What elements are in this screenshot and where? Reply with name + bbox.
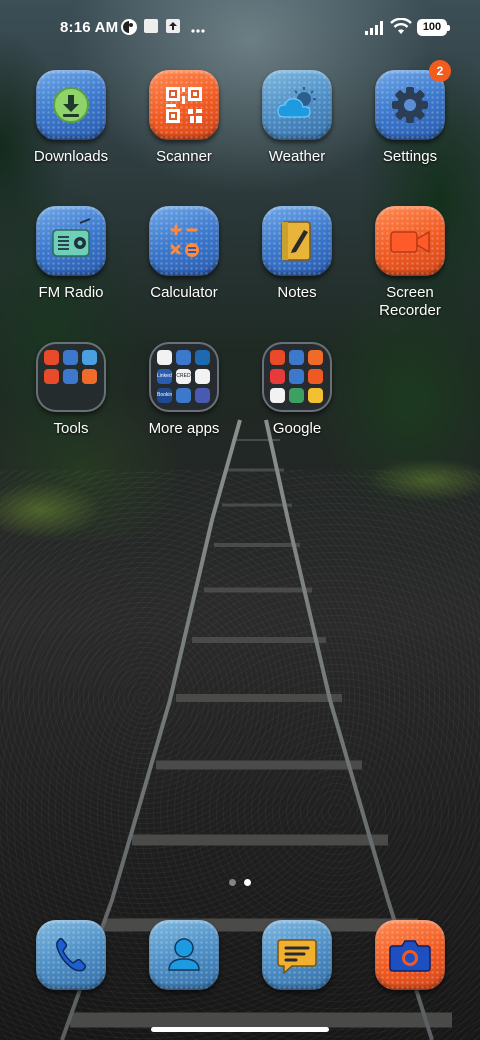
mini-app-icon	[308, 369, 323, 384]
gesture-home-bar[interactable]	[151, 1027, 329, 1032]
radio-icon	[36, 206, 106, 276]
page-indicator-dot-2-active[interactable]	[244, 879, 251, 886]
dock-messages[interactable]	[241, 920, 353, 990]
battery-icon: 100	[417, 19, 450, 36]
folder-tools[interactable]: Tools	[15, 342, 127, 438]
folder-icon: LinkedIn CRED Booking	[149, 342, 219, 412]
mini-app-icon	[308, 388, 323, 403]
app-screen-recorder[interactable]: Screen Recorder	[354, 206, 466, 320]
folder-preview-grid: LinkedIn CRED Booking	[157, 350, 211, 404]
folder-preview-grid	[270, 350, 324, 404]
calculator-icon	[149, 206, 219, 276]
clock: 8:16 AM	[60, 19, 119, 36]
mini-app-icon	[289, 388, 304, 403]
download-icon	[36, 70, 106, 140]
more-dots-icon	[190, 22, 206, 40]
folder-icon	[36, 342, 106, 412]
mini-app-icon	[63, 369, 78, 384]
folder-icon	[262, 342, 332, 412]
wifi-icon	[390, 17, 412, 41]
person-icon	[149, 920, 219, 990]
mini-app-icon: Booking	[157, 388, 172, 403]
mini-app-icon	[157, 350, 172, 365]
mini-app-icon	[270, 350, 285, 365]
mini-app-icon	[176, 350, 191, 365]
battery-tip	[447, 25, 450, 31]
mini-app-icon	[289, 369, 304, 384]
app-label: More apps	[148, 420, 220, 437]
cloud-sun-icon	[262, 70, 332, 140]
mini-app-icon	[44, 369, 59, 384]
app-label: Google	[272, 420, 322, 437]
folder-more-apps[interactable]: LinkedIn CRED Booking More apps	[128, 342, 240, 438]
app-label: Tools	[53, 420, 89, 437]
mini-app-icon	[82, 350, 97, 365]
square-notification-icon	[143, 18, 159, 39]
mini-app-icon	[270, 388, 285, 403]
mini-app-icon: CRED	[176, 369, 191, 384]
app-weather[interactable]: Weather	[241, 70, 353, 166]
app-label: Notes	[277, 284, 317, 301]
signal-icon	[364, 20, 386, 40]
battery-level: 100	[422, 21, 442, 33]
phone-icon	[36, 920, 106, 990]
qr-code-icon	[149, 70, 219, 140]
mini-app-icon	[270, 369, 285, 384]
mini-app-icon: LinkedIn	[157, 369, 172, 384]
notepad-icon	[262, 206, 332, 276]
app-label: Weather	[268, 148, 326, 165]
app-label: Screen Recorder	[379, 284, 441, 319]
app-label: Downloads	[33, 148, 109, 165]
mini-app-icon	[308, 350, 323, 365]
app-scanner[interactable]: Scanner	[128, 70, 240, 166]
status-bar: 8:16 AM 100	[0, 0, 480, 56]
app-downloads[interactable]: Downloads	[15, 70, 127, 166]
app-fm-radio[interactable]: FM Radio	[15, 206, 127, 302]
app-label: Settings	[382, 148, 438, 165]
mini-app-icon	[63, 350, 78, 365]
dock-contacts[interactable]	[128, 920, 240, 990]
mini-app-icon	[44, 350, 59, 365]
mini-app-icon	[195, 369, 210, 384]
assistant-icon	[120, 18, 138, 41]
app-calculator[interactable]: Calculator	[128, 206, 240, 302]
mini-app-icon	[289, 350, 304, 365]
app-notes[interactable]: Notes	[241, 206, 353, 302]
app-label: Scanner	[156, 148, 212, 165]
notification-badge: 2	[429, 60, 451, 82]
app-label: FM Radio	[38, 284, 104, 301]
camera-icon	[375, 920, 445, 990]
mini-app-icon	[82, 369, 97, 384]
mini-app-icon	[195, 388, 210, 403]
video-camera-icon	[375, 206, 445, 276]
dock-phone[interactable]	[15, 920, 127, 990]
app-settings[interactable]: Settings	[354, 70, 466, 166]
folder-google[interactable]: Google	[241, 342, 353, 438]
upload-notification-icon	[165, 18, 181, 39]
page-indicator-dot-1[interactable]	[229, 879, 236, 886]
app-label: Calculator	[150, 284, 218, 301]
folder-preview-grid	[44, 350, 98, 404]
chat-bubble-icon	[262, 920, 332, 990]
mini-app-icon	[176, 388, 191, 403]
dock-camera[interactable]	[354, 920, 466, 990]
mini-app-icon	[195, 350, 210, 365]
